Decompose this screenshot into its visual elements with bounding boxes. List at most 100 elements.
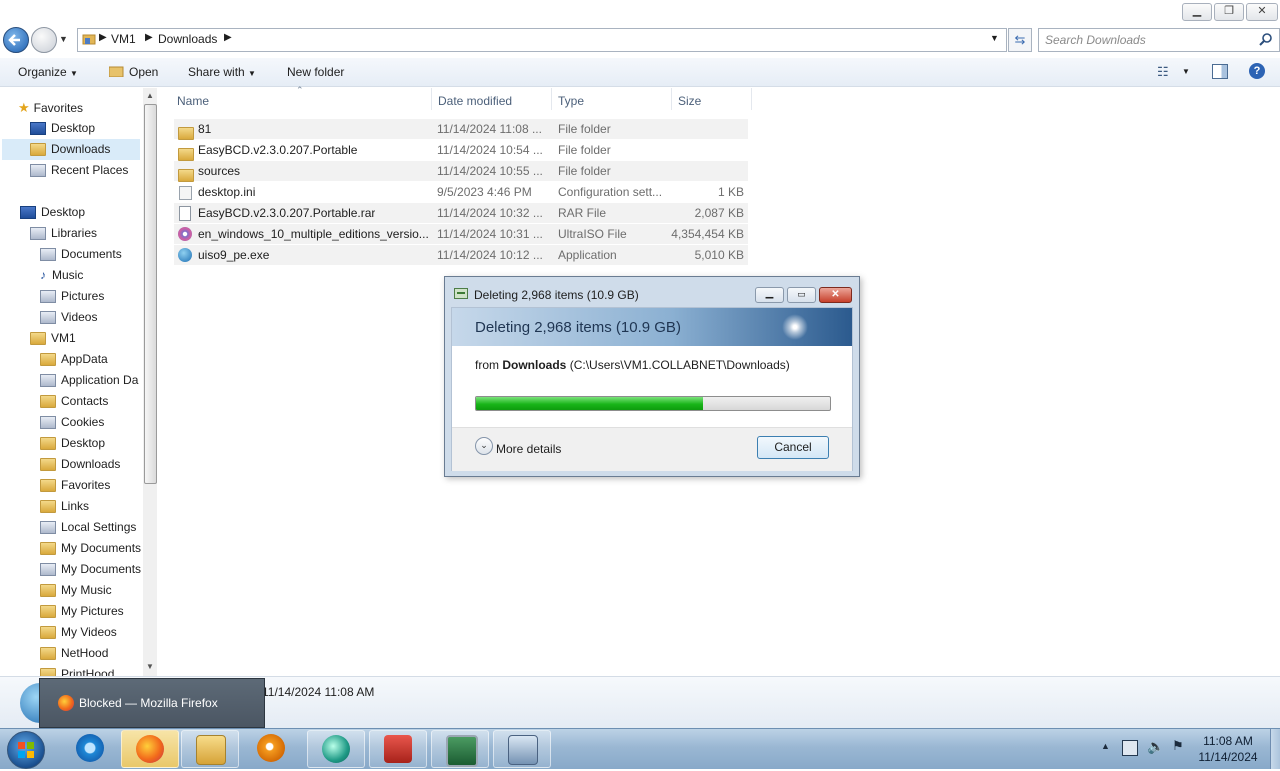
file-row[interactable]: uiso9_pe.exe 11/14/2024 10:12 ... Applic… (174, 245, 748, 265)
tree-contacts[interactable]: Contacts (40, 391, 108, 412)
tree-desktop[interactable]: Desktop (20, 202, 85, 223)
tree-my-pictures[interactable]: My Pictures (40, 601, 124, 622)
shortcut-folder-icon (40, 374, 56, 388)
taskbar-internet-explorer[interactable] (62, 730, 118, 766)
tree-vm1-favorites[interactable]: Favorites (40, 475, 110, 496)
taskbar-app-green[interactable] (307, 730, 365, 768)
tree-music[interactable]: ♪ Music (40, 265, 83, 286)
open-button[interactable]: Open (129, 65, 158, 79)
breadcrumb-separator[interactable]: ▶ (99, 32, 107, 43)
new-folder-button[interactable]: New folder (287, 65, 344, 79)
tree-favorites-desktop[interactable]: Desktop (30, 118, 95, 139)
search-box[interactable]: Search Downloads (1038, 28, 1280, 52)
tree-libraries[interactable]: Libraries (30, 223, 97, 244)
dialog-maximize-button[interactable]: ▭ (787, 287, 816, 303)
tree-appdata[interactable]: AppData (40, 349, 108, 370)
file-row[interactable]: 81 11/14/2024 11:08 ... File folder (174, 119, 748, 141)
from-label: from (475, 358, 503, 372)
cancel-button[interactable]: Cancel (757, 436, 829, 459)
folder-icon (40, 647, 56, 661)
system-clock[interactable]: 11:08 AM 11/14/2024 (1192, 733, 1264, 765)
close-window-button[interactable]: ✕ (1246, 3, 1278, 21)
address-bar[interactable]: ▶ VM1 ▶ Downloads ▶ ▼ (77, 28, 1007, 52)
tree-my-documents[interactable]: My Documents (40, 538, 142, 559)
nav-pane-scrollbar[interactable]: ▲ ▼ (143, 88, 157, 676)
organize-button[interactable]: Organize ▼ (18, 65, 78, 79)
refresh-button[interactable]: ⇆ (1008, 28, 1032, 52)
taskbar-preview-tooltip[interactable]: Blocked — Mozilla Firefox (39, 678, 265, 728)
view-dropdown-icon[interactable]: ▼ (1182, 67, 1190, 76)
tree-links[interactable]: Links (40, 496, 89, 517)
scroll-thumb[interactable] (144, 104, 157, 484)
column-divider[interactable] (551, 88, 552, 110)
flag-icon[interactable]: ⚑ (1172, 738, 1184, 754)
file-row[interactable]: sources 11/14/2024 10:55 ... File folder (174, 161, 748, 183)
tree-pictures[interactable]: Pictures (40, 286, 104, 307)
taskbar-firefox[interactable] (121, 730, 179, 768)
more-details-chevron-icon[interactable]: ⌄ (475, 437, 493, 455)
volume-muted-icon[interactable]: 🔈 (1147, 738, 1164, 755)
start-button[interactable] (7, 731, 45, 769)
column-divider[interactable] (431, 88, 432, 110)
tree-my-music[interactable]: My Music (40, 580, 112, 601)
scroll-down-arrow-icon[interactable]: ▼ (146, 662, 154, 671)
file-date: 11/14/2024 10:31 ... (437, 227, 543, 241)
view-options-icon[interactable]: ☷ (1157, 64, 1169, 80)
file-row[interactable]: EasyBCD.v2.3.0.207.Portable 11/14/2024 1… (174, 140, 748, 162)
action-center-icon[interactable] (1122, 740, 1138, 756)
tree-favorites-downloads[interactable]: Downloads (2, 139, 140, 160)
column-divider[interactable] (671, 88, 672, 110)
column-divider[interactable] (751, 88, 752, 110)
show-hidden-icons-icon[interactable]: ▲ (1101, 741, 1110, 751)
forward-button[interactable] (31, 27, 57, 53)
tree-local-settings[interactable]: Local Settings (40, 517, 142, 538)
tree-recent-places[interactable]: Recent Places (30, 160, 128, 181)
tree-vm1-downloads[interactable]: Downloads (40, 454, 120, 475)
back-button[interactable] (3, 27, 29, 53)
column-header-name[interactable]: Name (177, 94, 209, 108)
dialog-close-button[interactable]: ✕ (819, 287, 852, 303)
tree-label: Videos (61, 310, 98, 324)
tree-application-data[interactable]: Application Da (40, 370, 142, 391)
taskbar-app-monitor[interactable] (431, 730, 489, 768)
taskbar-app-network[interactable] (493, 730, 551, 768)
share-with-button[interactable]: Share with ▼ (188, 65, 256, 79)
recent-pages-dropdown[interactable]: ▼ (59, 34, 68, 44)
file-row[interactable]: en_windows_10_multiple_editions_versio..… (174, 224, 748, 244)
taskbar-media-player[interactable] (243, 730, 299, 766)
tree-my-documents-shortcut[interactable]: My Documents (40, 559, 142, 580)
show-desktop-button[interactable] (1270, 729, 1280, 769)
file-row[interactable]: EasyBCD.v2.3.0.207.Portable.rar 11/14/20… (174, 203, 748, 223)
column-header-date-modified[interactable]: Date modified (438, 94, 512, 108)
maximize-icon: ▭ (797, 289, 806, 299)
scroll-up-arrow-icon[interactable]: ▲ (146, 91, 154, 100)
taskbar-windows-explorer[interactable] (181, 730, 239, 768)
address-dropdown[interactable]: ▼ (990, 33, 999, 43)
preview-pane-icon[interactable] (1212, 64, 1228, 79)
tree-favorites[interactable]: ★ Favorites (18, 97, 83, 118)
taskbar-app-red[interactable] (369, 730, 427, 768)
tree-documents[interactable]: Documents (40, 244, 122, 265)
search-input[interactable]: Search Downloads (1045, 33, 1146, 47)
tree-cookies[interactable]: Cookies (40, 412, 104, 433)
tree-vm1[interactable]: VM1 (30, 328, 76, 349)
file-row[interactable]: desktop.ini 9/5/2023 4:46 PM Configurati… (174, 182, 748, 202)
tree-printhood[interactable]: PrintHood (40, 664, 114, 676)
organize-label: Organize (18, 65, 67, 79)
breadcrumb-separator[interactable]: ▶ (224, 32, 232, 43)
search-icon[interactable] (1259, 33, 1273, 47)
help-icon[interactable]: ? (1249, 63, 1265, 79)
breadcrumb-vm1[interactable]: VM1 (111, 32, 136, 46)
tree-videos[interactable]: Videos (40, 307, 97, 328)
column-header-type[interactable]: Type (558, 94, 584, 108)
tree-vm1-desktop[interactable]: Desktop (40, 433, 105, 454)
tree-my-videos[interactable]: My Videos (40, 622, 117, 643)
tree-nethood[interactable]: NetHood (40, 643, 108, 664)
more-details-toggle[interactable]: More details (496, 442, 561, 456)
breadcrumb-downloads[interactable]: Downloads (158, 32, 217, 46)
breadcrumb-separator[interactable]: ▶ (145, 32, 153, 43)
minimize-button[interactable]: ▁ (1182, 3, 1212, 21)
restore-button[interactable]: ❐ (1214, 3, 1244, 21)
dialog-minimize-button[interactable]: ▁ (755, 287, 784, 303)
column-header-size[interactable]: Size (678, 94, 701, 108)
